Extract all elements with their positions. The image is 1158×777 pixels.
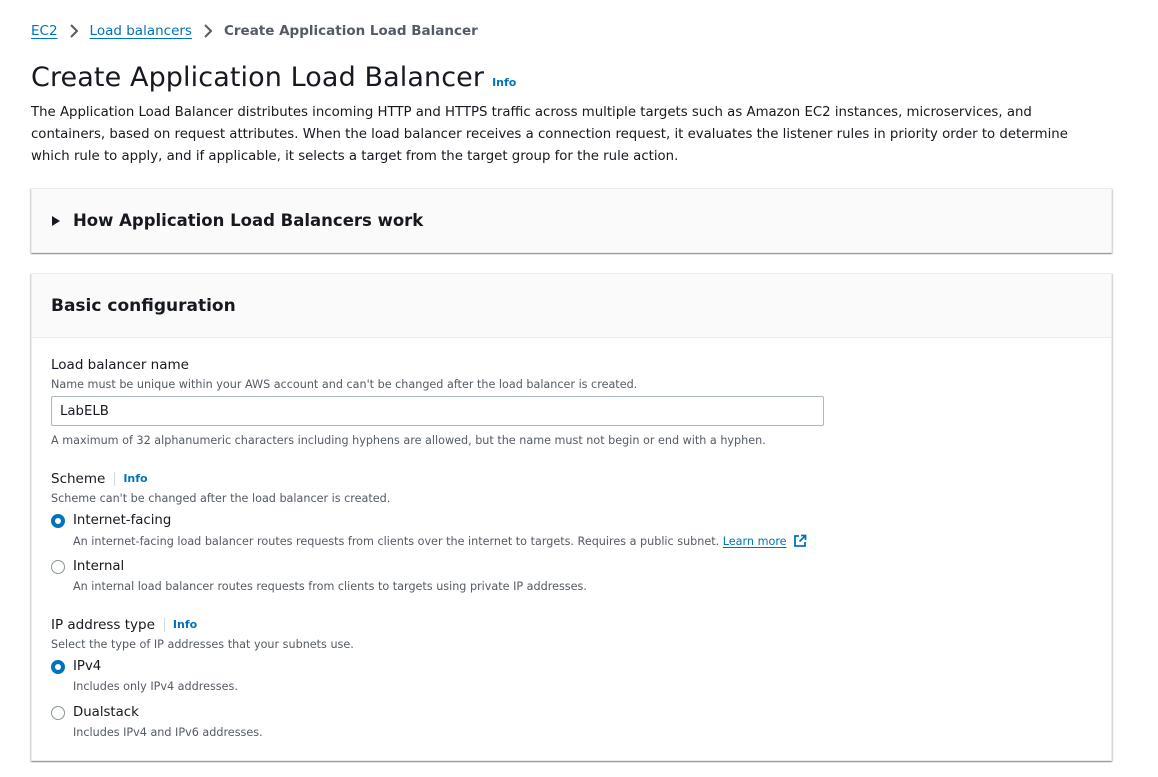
radio-button-unchecked[interactable] [51, 705, 65, 720]
ip-type-description: Select the type of IP addresses that you… [51, 638, 354, 651]
breadcrumb-current: Create Application Load Balancer [223, 23, 478, 39]
scheme-option-internet-facing[interactable]: Internet-facing [51, 513, 171, 528]
lb-name-label: Load balancer name [51, 357, 189, 373]
radio-button-checked[interactable] [51, 659, 65, 674]
scheme-description: Scheme can't be changed after the load b… [51, 492, 391, 505]
scheme-option-internal[interactable]: Internal [51, 559, 124, 574]
internet-facing-description-text: An internet-facing load balancer routes … [73, 535, 720, 548]
basic-configuration-header: Basic configuration [32, 274, 1111, 338]
page-info-link[interactable]: Info [492, 76, 516, 89]
page-title: Create Application Load Balancer [31, 62, 485, 93]
scheme-info-link[interactable]: Info [114, 472, 148, 486]
dualstack-description: Includes IPv4 and IPv6 addresses. [73, 726, 263, 739]
learn-more-label: Learn more [722, 535, 787, 548]
radio-label: IPv4 [73, 659, 102, 674]
page-header: Create Application Load Balancer Info [31, 62, 516, 93]
radio-label: Dualstack [73, 705, 139, 720]
scheme-label-row: Scheme Info [51, 471, 148, 487]
radio-button-unchecked[interactable] [51, 559, 65, 574]
learn-more-link[interactable]: Learn more [723, 535, 787, 548]
scheme-label: Scheme [51, 471, 106, 487]
ip-type-label: IP address type [51, 617, 155, 633]
external-link-icon[interactable] [793, 534, 807, 551]
basic-configuration-title: Basic configuration [51, 295, 236, 316]
page-description: The Application Load Balancer distribute… [31, 105, 1068, 164]
chevron-right-icon [197, 21, 219, 41]
ip-type-label-row: IP address type Info [51, 617, 197, 633]
lb-name-constraint: A maximum of 32 alphanumeric characters … [51, 434, 766, 447]
chevron-right-icon [63, 21, 85, 41]
lb-name-description: Name must be unique within your AWS acco… [51, 378, 638, 391]
breadcrumb-ec2-link[interactable]: EC2 [31, 23, 58, 39]
caret-right-icon [52, 215, 60, 226]
ipv4-description: Includes only IPv4 addresses. [73, 680, 238, 693]
basic-configuration-panel: Basic configuration Load balancer name N… [31, 273, 1112, 761]
breadcrumb: EC2 Load balancers Create Application Lo… [31, 21, 478, 41]
radio-button-checked[interactable] [51, 513, 65, 528]
how-it-works-title: How Application Load Balancers work [73, 211, 424, 230]
internal-description: An internal load balancer routes request… [73, 580, 587, 593]
ip-type-option-ipv4[interactable]: IPv4 [51, 659, 101, 674]
ip-type-info-link[interactable]: Info [163, 618, 197, 632]
radio-label: Internet-facing [73, 513, 172, 528]
how-it-works-expander[interactable]: How Application Load Balancers work [31, 188, 1112, 253]
radio-label: Internal [73, 559, 125, 574]
lb-name-input[interactable] [51, 396, 824, 426]
internet-facing-description: An internet-facing load balancer routes … [73, 534, 807, 551]
breadcrumb-load-balancers-link[interactable]: Load balancers [90, 23, 192, 39]
ip-type-option-dualstack[interactable]: Dualstack [51, 705, 139, 720]
